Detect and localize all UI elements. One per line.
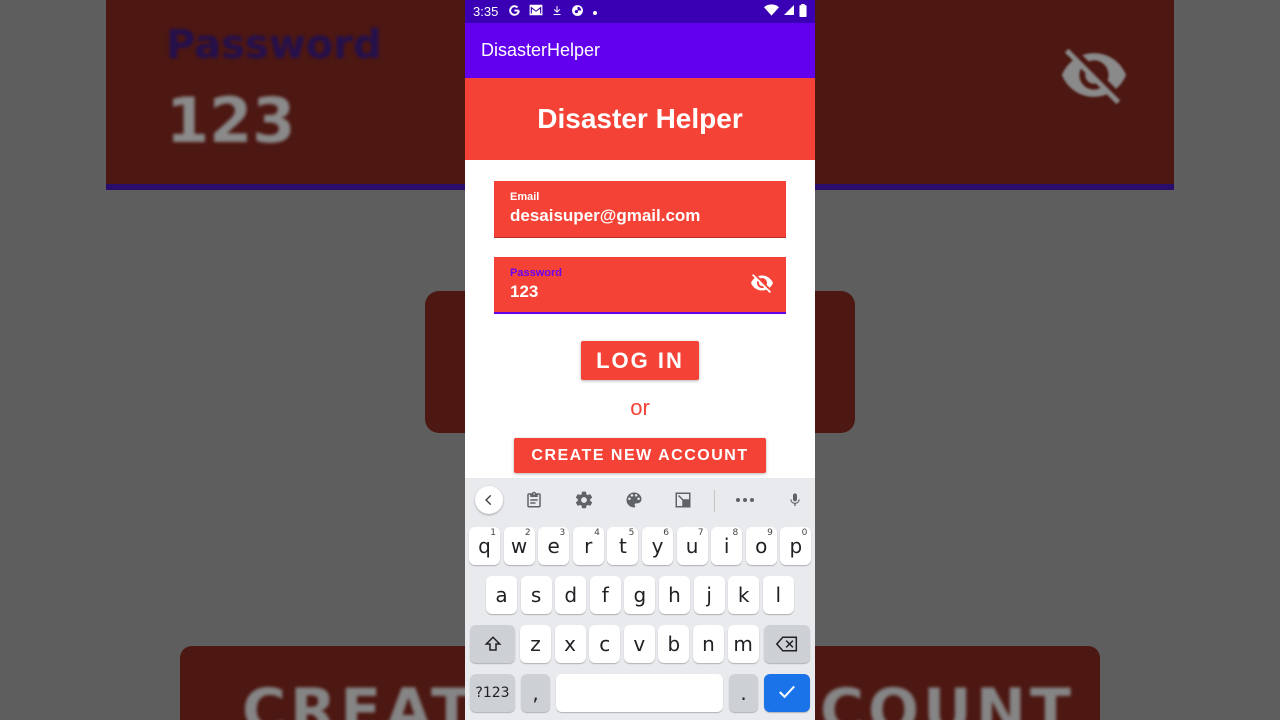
period-key[interactable]: . (729, 674, 758, 712)
key-hint: 2 (524, 528, 531, 538)
more-icon[interactable] (731, 486, 759, 514)
symbols-key[interactable]: ?123 (470, 674, 515, 712)
shift-key[interactable] (470, 625, 515, 663)
key-label: q (478, 534, 491, 558)
password-label: Password (510, 267, 562, 279)
status-time: 3:35 (473, 4, 499, 19)
create-account-button[interactable]: CREATE NEW ACCOUNT (514, 438, 766, 473)
page-header: Disaster Helper (465, 78, 815, 160)
check-icon (777, 681, 797, 705)
key-i[interactable]: i8 (711, 527, 743, 565)
clipboard-icon[interactable] (520, 486, 548, 514)
signal-icon (783, 4, 795, 19)
key-hint: 3 (559, 528, 566, 538)
password-value[interactable]: 123 (510, 282, 770, 302)
system-icons (764, 3, 807, 20)
key-label: y (651, 534, 664, 558)
enter-key[interactable] (764, 674, 810, 712)
key-hint: 1 (490, 528, 496, 538)
key-label: o (755, 534, 768, 558)
bg-eye-off-icon (1054, 40, 1134, 115)
key-hint: 4 (594, 528, 600, 538)
back-icon[interactable] (475, 486, 503, 514)
or-separator: or (630, 395, 650, 420)
key-y[interactable]: y6 (642, 527, 673, 565)
mic-icon[interactable] (781, 486, 809, 514)
key-p[interactable]: p0 (780, 527, 812, 565)
comma-key[interactable]: , (521, 674, 550, 712)
key-label: p (789, 534, 803, 558)
key-e[interactable]: e3 (538, 527, 570, 565)
key-hint: 9 (767, 528, 773, 538)
battery-icon (799, 3, 807, 20)
key-g[interactable]: g (624, 576, 656, 614)
app-bar: DisasterHelper (465, 23, 815, 78)
key-u[interactable]: u7 (676, 527, 708, 565)
key-label: r (584, 534, 593, 558)
space-key[interactable] (556, 674, 723, 712)
keyboard-toolbar (465, 478, 815, 520)
login-button[interactable]: LOG IN (581, 341, 699, 380)
key-label: i (723, 534, 730, 558)
bg-password-label: Password (166, 22, 382, 68)
wifi-icon (764, 4, 779, 19)
eye-off-icon[interactable] (750, 271, 774, 295)
floating-keyboard-icon[interactable] (669, 486, 697, 514)
key-label: t (618, 534, 627, 558)
bg-create-text-right: COUNT (820, 676, 1075, 720)
soft-keyboard: q1w2e3r4t5y6u7i8o9p0 asdfghjkl zxcvbnm ?… (465, 478, 815, 720)
key-f[interactable]: f (589, 576, 621, 614)
key-q[interactable]: q1 (469, 527, 500, 565)
bg-password-value: 123 (166, 84, 296, 157)
key-v[interactable]: v (623, 625, 655, 663)
key-hint: 5 (628, 528, 635, 538)
download-icon (551, 4, 563, 20)
key-n[interactable]: n (693, 625, 724, 663)
palette-icon[interactable] (620, 486, 648, 514)
key-hint: 6 (663, 528, 669, 538)
email-value[interactable]: desaisuper@gmail.com (510, 206, 770, 226)
notification-icons (508, 4, 598, 20)
key-k[interactable]: k (728, 576, 760, 614)
bg-create-text-left: CREAT (242, 676, 476, 720)
toolbar-divider (714, 490, 715, 512)
backspace-key[interactable] (764, 625, 810, 663)
password-field[interactable]: Password 123 (494, 257, 786, 314)
email-label: Email (510, 191, 540, 203)
key-hint: 8 (732, 528, 739, 538)
key-t[interactable]: t5 (607, 527, 639, 565)
screen: Password 123 CREAT COUNT 3:35 DisasterHe… (0, 0, 1280, 720)
dot-icon (592, 5, 598, 19)
key-w[interactable]: w2 (503, 527, 535, 565)
key-a[interactable]: a (486, 576, 517, 614)
key-b[interactable]: b (658, 625, 690, 663)
email-field[interactable]: Email desaisuper@gmail.com (494, 181, 786, 238)
key-m[interactable]: m (727, 625, 759, 663)
key-s[interactable]: s (520, 576, 552, 614)
key-j[interactable]: j (693, 576, 725, 614)
key-o[interactable]: o9 (745, 527, 777, 565)
page-title: Disaster Helper (537, 103, 743, 134)
key-z[interactable]: z (520, 625, 551, 663)
settings-icon[interactable] (570, 486, 598, 514)
key-h[interactable]: h (659, 576, 690, 614)
app-icon (571, 4, 584, 20)
status-bar: 3:35 (465, 0, 815, 23)
key-c[interactable]: c (589, 625, 621, 663)
key-l[interactable]: l (762, 576, 794, 614)
key-x[interactable]: x (554, 625, 586, 663)
app-bar-title: DisasterHelper (481, 40, 601, 60)
key-hint: 0 (801, 528, 808, 538)
google-icon (508, 4, 521, 20)
key-d[interactable]: d (555, 576, 587, 614)
key-r[interactable]: r4 (572, 527, 604, 565)
key-label: u (685, 534, 699, 558)
phone-screen: 3:35 DisasterHelper Disaster Helper Emai… (465, 0, 815, 720)
key-hint: 7 (697, 528, 704, 538)
gmail-icon (529, 4, 543, 19)
key-label: e (547, 534, 560, 558)
